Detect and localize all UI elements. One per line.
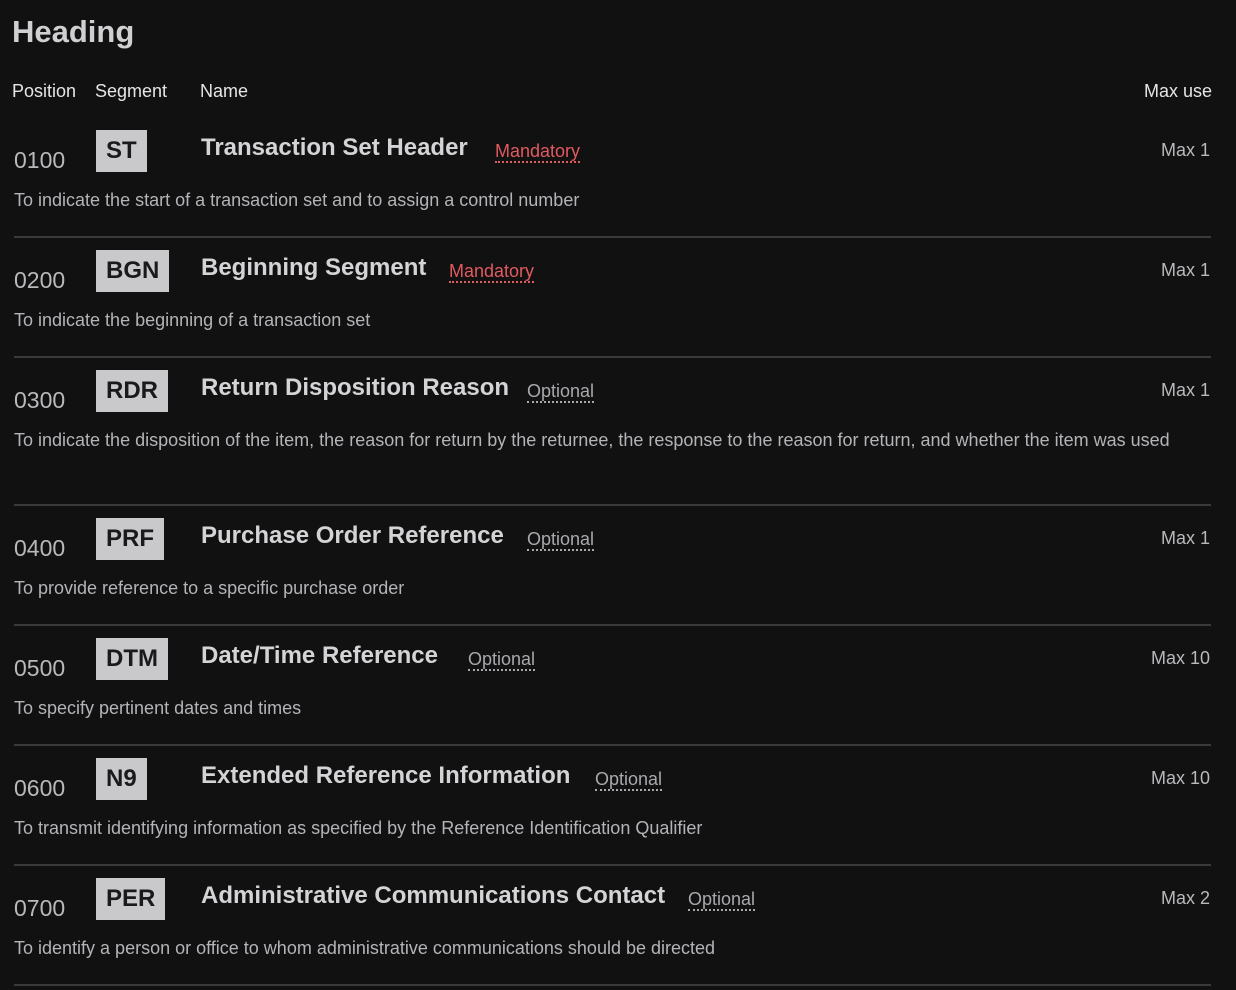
segment-row-dtm[interactable]: 0500 DTM Date/Time Reference Optional Ma… <box>14 638 1211 746</box>
segment-description: To indicate the start of a transaction s… <box>14 190 580 210</box>
segment-name-link[interactable]: Purchase Order Reference <box>201 522 504 550</box>
segment-position: 0500 <box>14 655 66 681</box>
segment-row-n9[interactable]: 0600 N9 Extended Reference Information O… <box>14 758 1211 866</box>
segment-position: 0700 <box>14 895 66 921</box>
requirement-badge[interactable]: Mandatory <box>495 141 581 163</box>
segment-max-use: Max 1 <box>1160 140 1210 160</box>
requirement-badge[interactable]: Optional <box>595 769 663 791</box>
segment-position: 0200 <box>14 267 66 293</box>
segment-description: To specify pertinent dates and times <box>14 698 302 718</box>
segment-position: 0600 <box>14 775 66 801</box>
column-header-name: Name <box>200 81 249 101</box>
segment-position: 0400 <box>14 535 66 561</box>
segment-description: To identify a person or office to whom a… <box>14 938 716 958</box>
segment-max-use: Max 1 <box>1160 380 1210 400</box>
requirement-badge[interactable]: Optional <box>688 889 756 911</box>
requirement-badge[interactable]: Mandatory <box>449 261 535 283</box>
segment-description: To transmit identifying information as s… <box>14 818 703 838</box>
column-header-position: Position <box>12 81 77 101</box>
segment-code-badge[interactable]: RDR <box>96 370 168 412</box>
segment-max-use: Max 2 <box>1160 888 1210 908</box>
segment-code-badge[interactable]: ST <box>96 130 147 172</box>
segment-row-rdr[interactable]: 0300 RDR Return Disposition Reason Optio… <box>14 370 1211 506</box>
segment-name-link[interactable]: Transaction Set Header <box>201 134 468 162</box>
segment-row-prf[interactable]: 0400 PRF Purchase Order Reference Option… <box>14 518 1211 626</box>
segment-code-badge[interactable]: PRF <box>96 518 164 560</box>
segment-row-per[interactable]: 0700 PER Administrative Communications C… <box>14 878 1211 986</box>
segment-code-badge[interactable]: N9 <box>96 758 147 800</box>
segment-row-st[interactable]: 0100 ST Transaction Set Header Mandatory… <box>14 130 1211 238</box>
segment-name-link[interactable]: Beginning Segment <box>201 254 426 282</box>
column-header-max-use: Max use <box>1143 81 1212 101</box>
segment-code-badge[interactable]: PER <box>96 878 166 920</box>
segment-max-use: Max 1 <box>1160 260 1210 280</box>
requirement-badge[interactable]: Optional <box>527 529 595 551</box>
segment-description: To indicate the beginning of a transacti… <box>14 310 371 330</box>
requirement-badge[interactable]: Optional <box>527 381 595 403</box>
segment-name-link[interactable]: Administrative Communications Contact <box>201 882 665 910</box>
segment-position: 0300 <box>14 387 66 413</box>
segment-name-link[interactable]: Return Disposition Reason <box>201 374 509 402</box>
segment-description: To provide reference to a specific purch… <box>14 578 405 598</box>
segment-position: 0100 <box>14 147 66 173</box>
segment-name-link[interactable]: Date/Time Reference <box>201 642 438 670</box>
segment-max-use: Max 1 <box>1160 528 1210 548</box>
segment-name-link[interactable]: Extended Reference Information <box>201 762 570 790</box>
section-title: Heading <box>12 14 135 49</box>
column-header-segment: Segment <box>95 81 168 101</box>
segment-max-use: Max 10 <box>1150 648 1210 668</box>
segment-row-bgn[interactable]: 0200 BGN Beginning Segment Mandatory Max… <box>14 250 1211 358</box>
segment-list-page: Heading Position Segment Name Max use 01… <box>0 0 1236 990</box>
segment-code-badge[interactable]: BGN <box>96 250 170 292</box>
segment-max-use: Max 10 <box>1150 768 1210 788</box>
requirement-badge[interactable]: Optional <box>468 649 536 671</box>
segment-code-badge[interactable]: DTM <box>96 638 168 680</box>
segment-description: To indicate the disposition of the item,… <box>14 430 1170 450</box>
